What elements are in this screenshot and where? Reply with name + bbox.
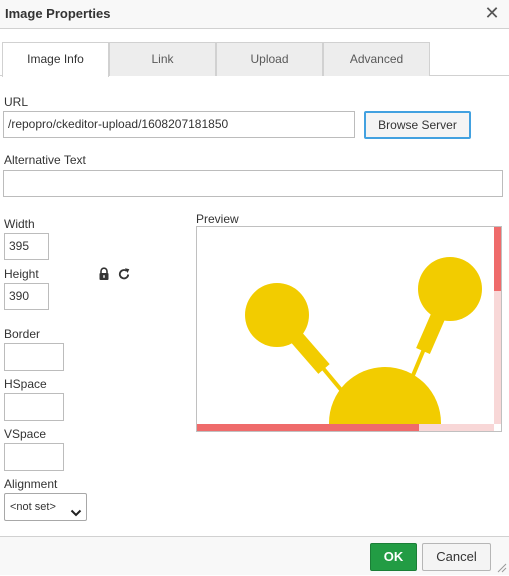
preview-image: [245, 257, 482, 424]
url-input[interactable]: /repopro/ckeditor-upload/1608207181850: [3, 111, 355, 138]
reset-size-icon[interactable]: [117, 267, 131, 281]
ok-button[interactable]: OK: [370, 543, 417, 571]
width-input[interactable]: 395: [4, 233, 49, 260]
tab-link[interactable]: Link: [109, 42, 216, 76]
height-label: Height: [4, 267, 39, 281]
image-properties-dialog: Image Properties ✕ Image Info Link Uploa…: [0, 0, 509, 575]
vspace-input[interactable]: [4, 443, 64, 471]
border-label: Border: [4, 327, 41, 341]
url-label: URL: [4, 95, 29, 109]
width-label: Width: [4, 217, 35, 231]
preview-box: [196, 226, 502, 432]
preview-horizontal-scroll-thumb[interactable]: [197, 424, 419, 431]
tab-upload[interactable]: Upload: [216, 42, 323, 76]
hspace-input[interactable]: [4, 393, 64, 421]
cancel-button[interactable]: Cancel: [422, 543, 491, 571]
dialog-title-bar: Image Properties ✕: [0, 0, 509, 29]
height-input[interactable]: 390: [4, 283, 49, 310]
alt-text-label: Alternative Text: [4, 153, 86, 167]
vspace-label: VSpace: [4, 427, 47, 441]
resize-handle-icon[interactable]: [495, 561, 507, 573]
alignment-label: Alignment: [4, 477, 58, 491]
hspace-label: HSpace: [4, 377, 47, 391]
dialog-title: Image Properties: [5, 6, 111, 21]
border-input[interactable]: [4, 343, 64, 371]
alignment-selected-value: <not set>: [10, 501, 56, 513]
alt-text-input[interactable]: [3, 170, 503, 197]
tab-advanced[interactable]: Advanced: [323, 42, 430, 76]
tab-image-info[interactable]: Image Info: [2, 42, 109, 77]
browse-server-button[interactable]: Browse Server: [364, 111, 471, 139]
preview-label: Preview: [196, 212, 239, 226]
alignment-select[interactable]: <not set>: [4, 493, 87, 521]
chevron-down-icon: [70, 502, 82, 517]
preview-vertical-scroll-thumb[interactable]: [494, 227, 501, 291]
lock-icon[interactable]: [97, 267, 111, 281]
close-icon[interactable]: ✕: [484, 5, 500, 23]
